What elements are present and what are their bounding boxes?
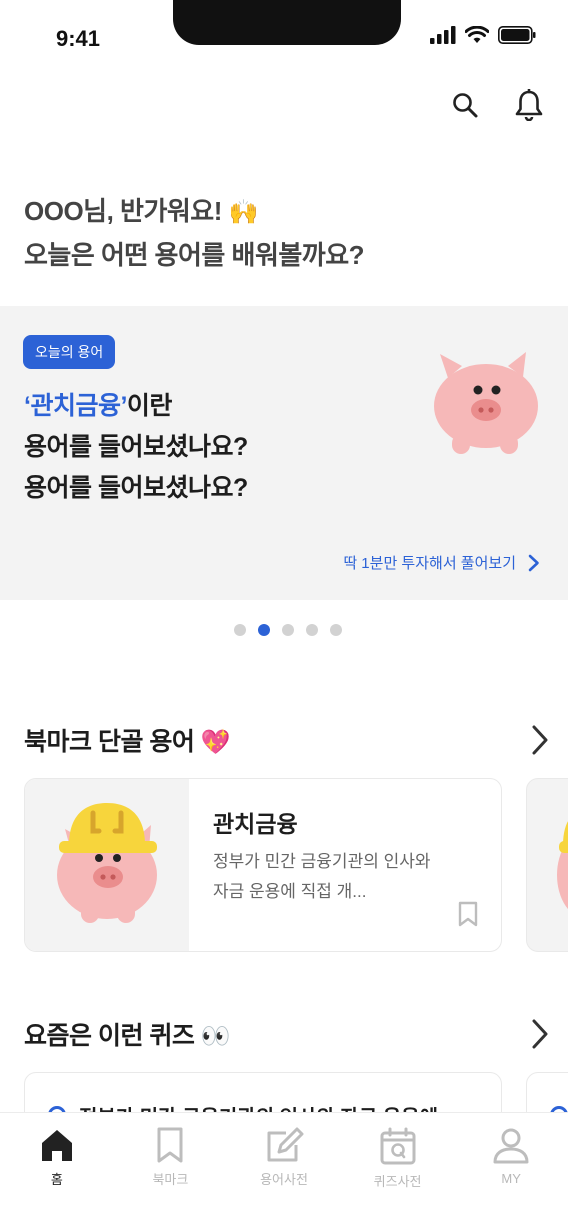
carousel-dot[interactable] — [306, 624, 318, 636]
raised-hands-emoji: 🙌 — [228, 199, 259, 226]
greeting-line-1: OOO님, 반가워요! — [24, 196, 222, 226]
search-button[interactable] — [448, 88, 482, 122]
greeting-line-2: 오늘은 어떤 용어를 배워볼까요? — [24, 240, 365, 270]
chevron-right-icon — [528, 554, 539, 571]
home-icon — [41, 1130, 72, 1161]
next-term-card-peek[interactable] — [526, 778, 568, 952]
carousel-dot[interactable] — [234, 624, 246, 636]
status-bar: 9:41 — [0, 0, 568, 70]
quiz-section-title: 요즘은 이런 퀴즈 👀 — [24, 1016, 231, 1052]
carousel-dot[interactable] — [282, 624, 294, 636]
sparkling-heart-emoji: 💖 — [200, 729, 231, 756]
today-term-badge: 오늘의 용어 — [23, 335, 116, 369]
term-card-thumbnail — [25, 779, 189, 951]
signal-icon — [430, 26, 456, 44]
term-card-title: 관치금융 — [213, 811, 298, 837]
today-term-name: ‘관치금융’ — [24, 392, 127, 420]
bookmark-icon — [458, 901, 478, 927]
tab-my-label: MY — [501, 1171, 521, 1186]
carousel-dot-active[interactable] — [258, 624, 270, 636]
carousel-dot[interactable] — [330, 624, 342, 636]
term-card-bookmark-button[interactable] — [457, 901, 479, 931]
person-icon — [493, 1128, 529, 1164]
carousel-pagination — [234, 624, 342, 636]
tab-quiz-dictionary-label: 퀴즈사전 — [373, 1174, 422, 1189]
solve-in-one-minute-link[interactable]: 딱 1분만 투자해서 풀어보기 — [343, 552, 540, 573]
chevron-right-icon[interactable] — [530, 724, 550, 756]
pig-with-helmet-illustration — [57, 803, 157, 923]
tab-quiz-dictionary[interactable]: 퀴즈사전 — [341, 1113, 455, 1212]
tab-home-label: 홈 — [50, 1172, 63, 1187]
pig-mascot-illustration — [434, 352, 538, 454]
today-term-title-line-3: 용어를 들어보셨나요? — [24, 474, 248, 502]
device-notch — [173, 0, 401, 45]
greeting: OOO님, 반가워요! 🙌 오늘은 어떤 용어를 배워볼까요? — [24, 190, 365, 276]
status-time: 9:41 — [56, 26, 101, 51]
bottom-tab-bar: 홈 북마크 용어사전 퀴즈사전 MY — [0, 1112, 568, 1212]
wifi-icon — [465, 26, 489, 43]
bookmark-term-card[interactable]: 관치금융 정부가 민간 금융기관의 인사와 자금 운용에 직접 개... — [24, 778, 502, 952]
today-term-card[interactable]: 오늘의 용어 ‘관치금융’이란 용어를 들어보셨나요? 용어를 들어보셨나요? … — [0, 306, 568, 600]
tab-bookmark[interactable]: 북마크 — [114, 1113, 228, 1212]
battery-icon — [498, 26, 536, 44]
today-term-title-suffix: 이란 — [126, 392, 173, 420]
term-card-description: 정부가 민간 금융기관의 인사와 자금 운용에 직접 개... — [213, 852, 431, 901]
notification-button[interactable] — [512, 88, 546, 122]
bookmark-section-title: 북마크 단골 용어 💖 — [24, 722, 231, 758]
bookmark-section-header: 북마크 단골 용어 💖 — [24, 722, 550, 758]
tab-glossary[interactable]: 용어사전 — [227, 1113, 341, 1212]
bookmark-section-title-text: 북마크 단골 용어 — [24, 728, 195, 756]
today-term-title: ‘관치금융’이란 용어를 들어보셨나요? 용어를 들어보셨나요? — [24, 386, 248, 509]
quiz-section-title-text: 요즘은 이런 퀴즈 — [24, 1022, 195, 1050]
bookmark-icon — [157, 1127, 183, 1163]
search-icon — [453, 93, 478, 118]
edit-icon — [267, 1127, 304, 1162]
tab-glossary-label: 용어사전 — [260, 1172, 308, 1187]
header-actions — [448, 88, 546, 122]
quiz-section-header: 요즘은 이런 퀴즈 👀 — [24, 1016, 550, 1052]
tab-my[interactable]: MY — [454, 1113, 568, 1212]
pig-with-helmet-illustration — [557, 821, 568, 910]
tab-home[interactable]: 홈 — [0, 1113, 114, 1212]
tab-bookmark-label: 북마크 — [152, 1172, 189, 1187]
status-icons — [430, 26, 536, 44]
solve-link-label: 딱 1분만 투자해서 풀어보기 — [343, 555, 516, 572]
eyes-emoji: 👀 — [200, 1023, 231, 1050]
bell-icon — [515, 89, 543, 121]
chevron-right-icon[interactable] — [530, 1018, 550, 1050]
calendar-q-icon — [380, 1127, 416, 1165]
today-term-title-line-2: 용어를 들어보셨나요? — [24, 433, 248, 461]
